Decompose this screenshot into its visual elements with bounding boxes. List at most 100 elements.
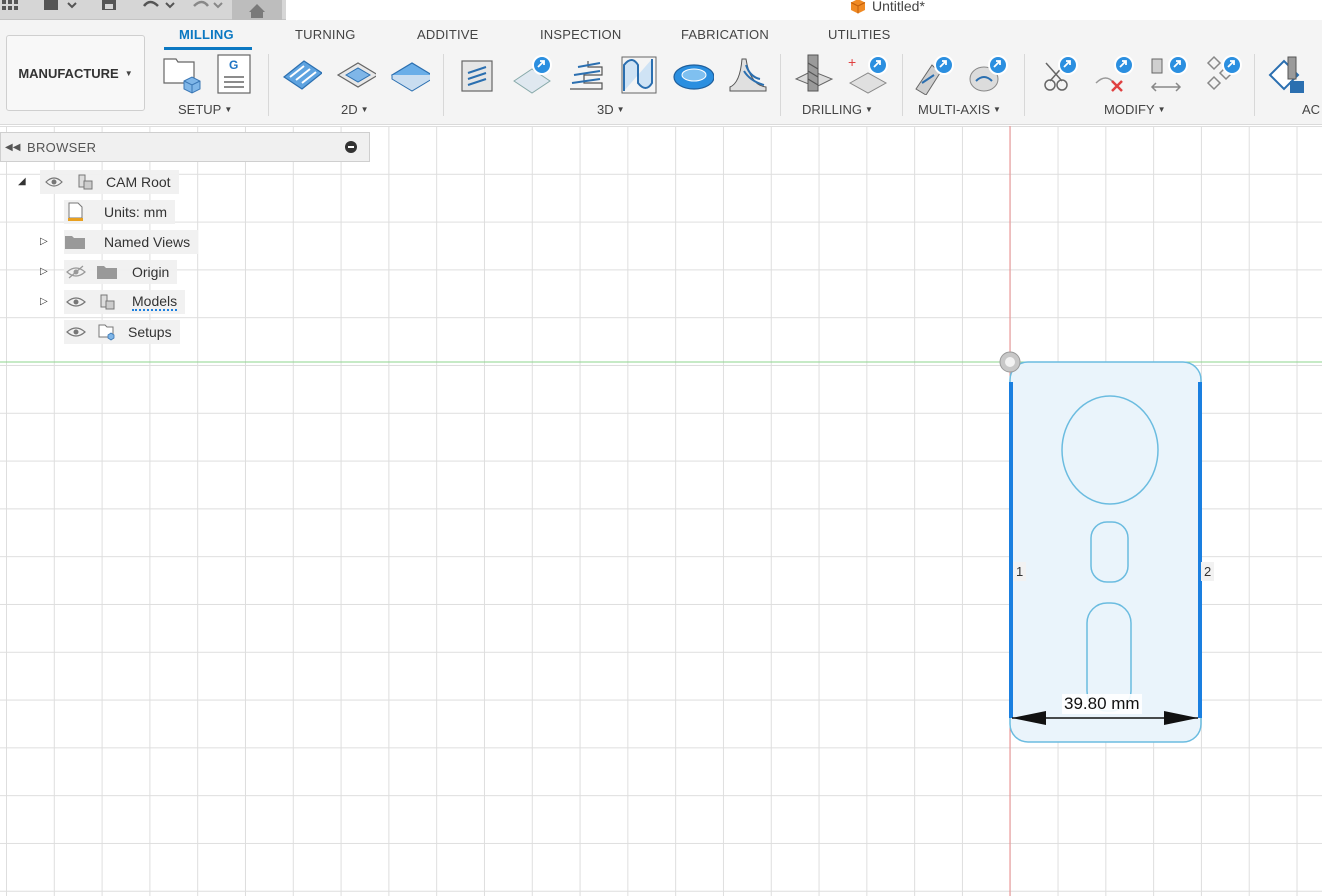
ribbon-separator <box>1024 54 1025 116</box>
grid-menu-icon[interactable] <box>2 0 20 12</box>
edge-number-2: 2 <box>1201 562 1215 581</box>
home-button[interactable] <box>232 0 282 20</box>
tree-item-label: CAM Root <box>106 174 171 190</box>
drill-icon[interactable] <box>792 53 834 95</box>
eye-icon[interactable] <box>66 325 86 339</box>
setup-group-label: SETUP <box>178 102 222 117</box>
2d-adaptive-icon[interactable] <box>280 53 322 95</box>
2d-pocket-icon[interactable] <box>334 53 376 95</box>
face-icon[interactable] <box>388 53 430 95</box>
chevron-down-icon: ▼ <box>993 105 1001 114</box>
active-tab-indicator <box>164 47 252 50</box>
tree-item-origin[interactable]: Origin <box>64 260 178 284</box>
tree-item-named-views[interactable]: Named Views <box>64 230 199 254</box>
tab-utilities[interactable]: UTILITIES <box>828 27 890 42</box>
ribbon-separator <box>1254 54 1255 116</box>
swarf-icon[interactable] <box>912 53 954 95</box>
redo-icon[interactable] <box>190 0 230 12</box>
multi-axis-group-dropdown[interactable]: MULTI-AXIS ▼ <box>918 102 1001 117</box>
graphics-canvas[interactable]: 39.80 mm 1 2 <box>0 126 1322 896</box>
2d-group-label: 2D <box>341 102 358 117</box>
modify-group-label: MODIFY <box>1104 102 1155 117</box>
setup-folder-icon <box>96 322 118 342</box>
tab-inspection[interactable]: INSPECTION <box>540 27 621 42</box>
chevron-down-icon: ▼ <box>864 105 873 114</box>
workspace-switcher[interactable]: MANUFACTURE ▼ <box>6 35 145 111</box>
eye-hidden-icon[interactable] <box>66 265 86 279</box>
tree-item-models[interactable]: Models <box>64 290 186 314</box>
2d-group-dropdown[interactable]: 2D ▼ <box>341 102 369 117</box>
origin-point-center <box>1005 357 1015 367</box>
home-icon <box>249 4 265 18</box>
new-setup-icon[interactable] <box>160 53 202 95</box>
ribbon-separator <box>780 54 781 116</box>
expand-toggle-icon[interactable]: ▷ <box>40 266 48 277</box>
folder-icon <box>96 262 118 282</box>
tab-turning[interactable]: TURNING <box>295 27 356 42</box>
ribbon-separator <box>902 54 903 116</box>
move-toolpath-icon[interactable] <box>1146 53 1188 95</box>
actions-group-label: AC <box>1302 102 1321 117</box>
pattern-toolpath-icon[interactable] <box>1200 53 1242 95</box>
drilling-group-dropdown[interactable]: DRILLING ▼ <box>802 102 873 117</box>
3d-adaptive-icon[interactable] <box>456 53 498 95</box>
part-profile[interactable] <box>1009 361 1202 743</box>
tree-item-cam-root[interactable]: CAM Root <box>40 170 179 194</box>
save-icon[interactable] <box>100 0 118 12</box>
chevron-down-icon: ▼ <box>616 105 625 114</box>
3d-steep-and-shallow-icon[interactable] <box>726 53 768 95</box>
3d-group-label: 3D <box>597 102 614 117</box>
tree-item-setups[interactable]: Setups <box>64 320 180 344</box>
fusion-cube-icon <box>850 0 866 14</box>
expand-toggle-icon[interactable]: ▷ <box>40 236 48 247</box>
minimize-panel-icon[interactable] <box>345 141 357 153</box>
svg-text:G: G <box>229 58 238 72</box>
drilling-group-label: DRILLING <box>802 102 862 117</box>
3d-pocket-icon[interactable] <box>510 53 552 95</box>
simulate-icon[interactable] <box>1266 53 1308 95</box>
tree-item-label: Setups <box>128 324 172 340</box>
3d-parallel-icon[interactable] <box>618 53 660 95</box>
file-icon[interactable] <box>42 0 78 12</box>
document-title: Untitled* <box>850 0 925 15</box>
chevron-down-icon: ▼ <box>360 105 369 114</box>
browser-panel-header: ◀◀ BROWSER <box>0 132 370 162</box>
tree-item-units[interactable]: Units: mm <box>64 200 175 224</box>
document-settings-icon <box>64 202 86 222</box>
setup-group-dropdown[interactable]: SETUP ▼ <box>178 102 232 117</box>
modify-group-dropdown[interactable]: MODIFY ▼ <box>1104 102 1165 117</box>
edge-number-1: 1 <box>1013 562 1027 581</box>
browser-title: BROWSER <box>27 139 97 155</box>
dimension-label[interactable]: 39.80 mm <box>1062 694 1142 714</box>
delete-toolpath-icon[interactable] <box>1092 53 1134 95</box>
svg-text:+: + <box>848 54 856 70</box>
multi-axis-contour-icon[interactable] <box>966 53 1008 95</box>
tab-additive[interactable]: ADDITIVE <box>417 27 479 42</box>
eye-icon[interactable] <box>66 295 86 309</box>
3d-contour-icon[interactable] <box>564 53 606 95</box>
expand-toggle-icon[interactable]: ▷ <box>40 296 48 307</box>
actions-group-dropdown[interactable]: AC <box>1302 102 1320 117</box>
ribbon-separator <box>443 54 444 116</box>
multi-axis-group-label: MULTI-AXIS <box>918 102 990 117</box>
chevron-down-icon: ▼ <box>1157 105 1166 114</box>
chevron-down-icon: ▼ <box>124 68 133 78</box>
tab-milling[interactable]: MILLING <box>179 27 234 42</box>
folder-icon <box>64 232 86 252</box>
3d-scallop-icon[interactable] <box>672 53 714 95</box>
tab-fabrication[interactable]: FABRICATION <box>681 27 769 42</box>
collapse-panel-icon[interactable]: ◀◀ <box>5 142 21 153</box>
hole-recognition-icon[interactable]: + <box>846 53 888 95</box>
3d-group-dropdown[interactable]: 3D ▼ <box>597 102 625 117</box>
ribbon-separator <box>268 54 269 116</box>
expand-toggle-icon[interactable]: ◢ <box>18 176 26 187</box>
tree-item-label: Named Views <box>104 234 191 250</box>
nc-program-icon[interactable]: G <box>214 53 256 95</box>
document-title-text: Untitled* <box>872 0 925 14</box>
undo-icon[interactable] <box>140 0 180 12</box>
models-icon <box>96 292 118 312</box>
eye-icon[interactable] <box>44 175 64 189</box>
chevron-down-icon: ▼ <box>224 105 233 114</box>
trim-toolpath-icon[interactable] <box>1036 53 1078 95</box>
cam-root-icon <box>74 172 96 192</box>
